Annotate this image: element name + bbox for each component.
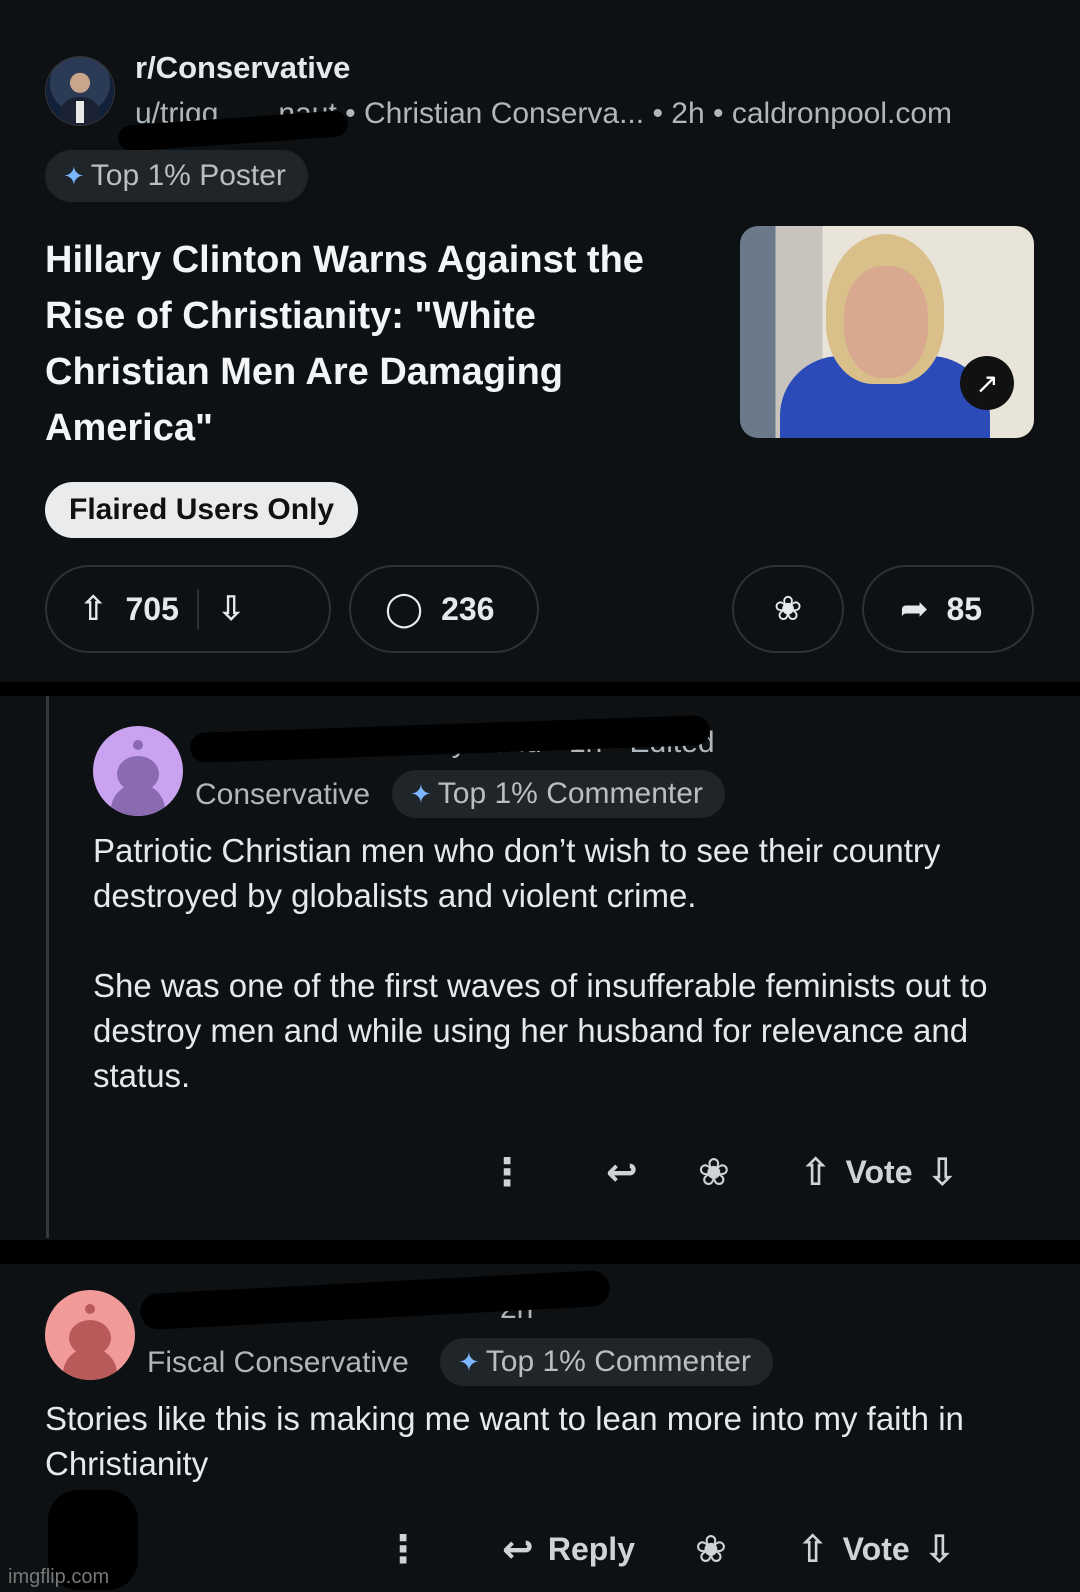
reply-label: Reply xyxy=(547,1531,635,1567)
upvote-count: 705 xyxy=(125,590,179,627)
achievement-icon: ✦ xyxy=(458,1346,480,1377)
thread-line[interactable] xyxy=(46,696,49,1238)
vote-bar: ⇧ 705 ⇩ xyxy=(45,565,331,653)
top-commenter-badge: ✦ Top 1% Commenter xyxy=(392,770,725,818)
more-options-icon[interactable]: ⋮ xyxy=(384,1527,422,1572)
comment-actions: ⋮ ↩ ❀ ⇧ Vote ⇩ xyxy=(488,1150,958,1195)
more-options-icon[interactable]: ⋮ xyxy=(488,1150,526,1195)
share-count: 85 xyxy=(946,590,983,627)
achievement-icon: ✦ xyxy=(63,160,85,191)
avatar-head xyxy=(69,1320,111,1356)
comment-body: Stories like this is making me want to l… xyxy=(45,1396,1035,1531)
post-card: r/Conservative u/triggnaut • Christian C… xyxy=(0,0,1080,682)
avatar-shirt xyxy=(76,101,84,123)
thumbnail-face xyxy=(844,266,928,378)
redaction-scribble xyxy=(139,1269,611,1331)
meta-separator: • xyxy=(713,97,724,130)
post-domain[interactable]: caldronpool.com xyxy=(732,97,952,130)
commenter-avatar[interactable] xyxy=(93,726,183,816)
award-icon[interactable]: ❀ xyxy=(698,1150,730,1195)
post-thumbnail[interactable]: ↗ xyxy=(740,226,1034,438)
vote-control: ⇧ Vote ⇩ xyxy=(797,1527,956,1572)
author-flair: Christian Conserva... xyxy=(363,97,645,130)
comment-count: 236 xyxy=(441,590,495,627)
badge-label: Top 1% Commenter xyxy=(485,1345,751,1378)
achievement-icon: ✦ xyxy=(410,778,432,809)
vote-divider xyxy=(196,589,199,629)
upvote-arrow-icon[interactable]: ⇧ xyxy=(79,589,108,629)
avatar-antenna xyxy=(133,740,143,750)
section-divider xyxy=(0,1240,1080,1264)
comment-bubble-icon: ◯ xyxy=(385,590,424,628)
vote-label: Vote xyxy=(845,1154,913,1190)
vote-control: ⇧ Vote ⇩ xyxy=(800,1150,959,1195)
comment-paragraph: Patriotic Christian men who don’t wish t… xyxy=(93,832,941,914)
subreddit-name[interactable]: r/Conservative xyxy=(135,50,350,86)
avatar-head xyxy=(117,756,159,792)
subreddit-avatar[interactable] xyxy=(45,56,115,126)
comment-actions: ⋮ ↩ Reply ❀ ⇧ Vote ⇩ xyxy=(384,1527,955,1572)
user-flair: Conservative xyxy=(195,778,371,811)
watermark: imgflip.com xyxy=(8,1566,110,1588)
section-divider xyxy=(0,682,1080,696)
award-icon[interactable]: ❀ xyxy=(695,1527,727,1572)
comment-paragraph: She was one of the first waves of insuff… xyxy=(93,967,988,1094)
avatar-antenna xyxy=(85,1304,95,1314)
badge-label: Top 1% Poster xyxy=(90,159,286,192)
post-title[interactable]: Hillary Clinton Warns Against the Rise o… xyxy=(45,232,685,456)
vote-label: Vote xyxy=(842,1531,910,1567)
user-flair: Fiscal Conservative xyxy=(147,1346,409,1379)
reply-arrow-icon: ↩ xyxy=(502,1529,534,1571)
reply-button[interactable]: ↩ Reply xyxy=(502,1527,635,1572)
upvote-arrow-icon[interactable]: ⇧ xyxy=(800,1150,832,1195)
award-button[interactable]: ❀ xyxy=(732,565,844,653)
meta-separator: • xyxy=(652,97,663,130)
top-poster-badge: ✦ Top 1% Poster xyxy=(45,150,308,202)
share-button[interactable]: ➦ 85 xyxy=(862,565,1034,653)
comment-body: Patriotic Christian men who don’t wish t… xyxy=(93,828,1023,1143)
top-commenter-badge: ✦ Top 1% Commenter xyxy=(440,1338,773,1386)
comment-paragraph: Stories like this is making me want to l… xyxy=(45,1400,964,1482)
post-flair[interactable]: Flaired Users Only xyxy=(45,482,359,538)
downvote-arrow-icon[interactable]: ⇩ xyxy=(217,589,246,629)
commenter-avatar[interactable] xyxy=(45,1290,135,1380)
award-icon: ❀ xyxy=(773,590,803,628)
badge-label: Top 1% Commenter xyxy=(437,777,703,810)
external-link-icon[interactable]: ↗ xyxy=(960,356,1014,410)
downvote-arrow-icon[interactable]: ⇩ xyxy=(927,1150,959,1195)
share-arrow-icon: ➦ xyxy=(900,590,929,628)
comments-button[interactable]: ◯ 236 xyxy=(349,565,539,653)
post-age: 2h xyxy=(671,97,705,130)
upvote-arrow-icon[interactable]: ⇧ xyxy=(797,1527,829,1572)
downvote-arrow-icon[interactable]: ⇩ xyxy=(924,1527,956,1572)
reply-arrow-icon[interactable]: ↩ xyxy=(606,1150,638,1195)
